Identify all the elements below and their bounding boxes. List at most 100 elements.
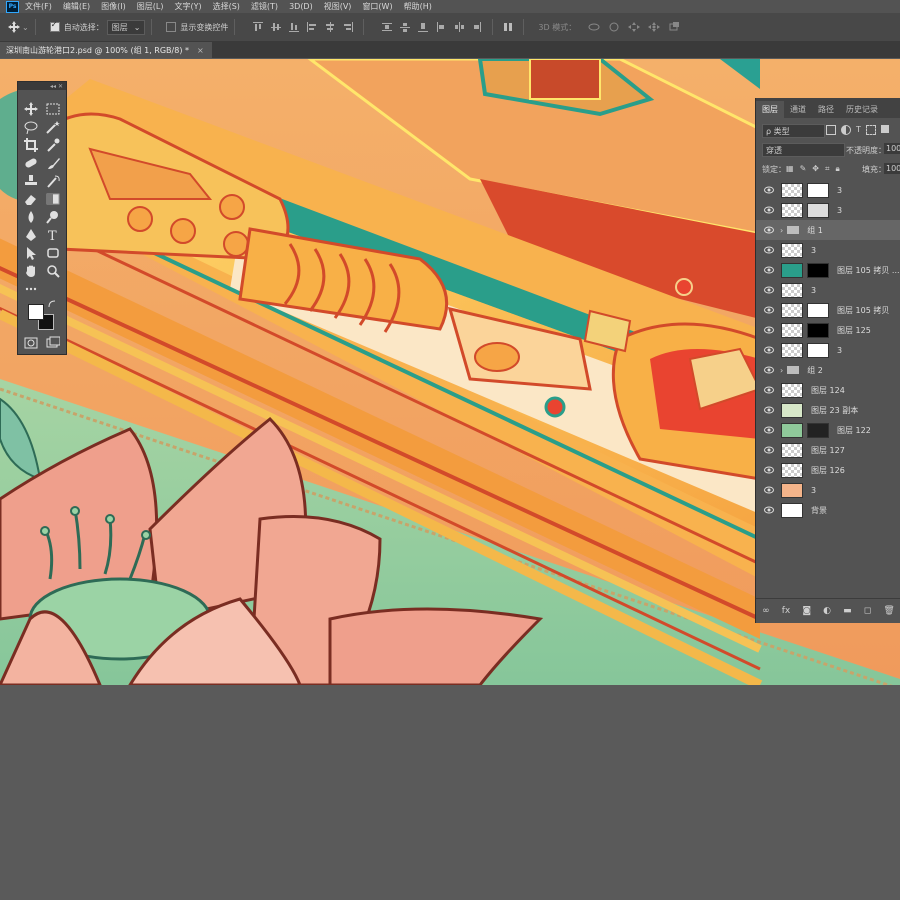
3d-orbit-icon[interactable] [588, 22, 600, 32]
zoom-tool-icon[interactable] [46, 264, 60, 278]
distribute-right-icon[interactable] [472, 22, 482, 32]
menu-select[interactable]: 选择(S) [213, 1, 240, 12]
lock-transparent-icon[interactable]: ▦ [786, 164, 794, 174]
filter-smart-object-icon[interactable] [880, 125, 889, 133]
gradient-tool-icon[interactable] [46, 192, 60, 206]
visibility-eye-icon[interactable] [764, 486, 774, 494]
close-icon[interactable]: × [197, 46, 204, 55]
visibility-eye-icon[interactable] [764, 226, 774, 234]
link-layers-icon[interactable]: ∞ [762, 606, 770, 616]
screen-mode-icon[interactable] [46, 336, 60, 350]
lasso-tool-icon[interactable] [24, 120, 38, 134]
visibility-eye-icon[interactable] [764, 426, 774, 434]
hand-tool-icon[interactable] [24, 264, 38, 278]
layer-row[interactable]: 背景 [756, 500, 900, 520]
filter-shape-icon[interactable] [865, 125, 876, 135]
layer-row[interactable]: 图层 124 [756, 380, 900, 400]
visibility-eye-icon[interactable] [764, 246, 774, 254]
eraser-tool-icon[interactable] [24, 192, 38, 206]
tab-channels[interactable]: 通道 [784, 101, 812, 118]
layer-row[interactable]: 3 [756, 180, 900, 200]
layer-row[interactable]: 3 [756, 240, 900, 260]
align-left-icon[interactable] [307, 22, 317, 32]
dodge-tool-icon[interactable] [46, 210, 60, 224]
visibility-eye-icon[interactable] [764, 346, 774, 354]
layer-filter-dropdown[interactable]: ρ 类型 [762, 124, 825, 138]
menu-3d[interactable]: 3D(D) [289, 2, 313, 11]
layer-row[interactable]: 3 [756, 340, 900, 360]
quick-mask-icon[interactable] [24, 336, 38, 350]
layer-row[interactable]: › 组 2 [756, 360, 900, 380]
new-group-icon[interactable]: ▬ [843, 606, 852, 616]
path-selection-tool-icon[interactable] [24, 246, 38, 260]
show-transform-option[interactable]: 显示变换控件 [166, 22, 228, 33]
3d-scale-icon[interactable] [668, 22, 680, 32]
document-tab[interactable]: 深圳南山游轮港口2.psd @ 100% (组 1, RGB/8) * × [0, 42, 212, 58]
distribute-top-icon[interactable] [382, 22, 393, 32]
swap-colors-icon[interactable] [48, 300, 57, 309]
delete-layer-icon[interactable]: 🗑︎ [883, 606, 894, 616]
foreground-color-swatch[interactable] [28, 304, 44, 320]
crop-tool-icon[interactable] [24, 138, 38, 152]
visibility-eye-icon[interactable] [764, 286, 774, 294]
layer-row[interactable]: 图层 105 拷贝 [756, 300, 900, 320]
tools-panel-header[interactable]: ◂◂ ✕ [18, 82, 66, 90]
layer-mask-thumbnail[interactable] [807, 422, 829, 438]
auto-align-icon[interactable] [503, 22, 513, 32]
move-tool-icon[interactable] [24, 102, 38, 116]
menu-image[interactable]: 图像(I) [101, 1, 126, 12]
visibility-eye-icon[interactable] [764, 406, 774, 414]
visibility-eye-icon[interactable] [764, 206, 774, 214]
layer-mask-thumbnail[interactable] [807, 302, 829, 318]
layer-mask-thumbnail[interactable] [807, 262, 829, 278]
blend-mode-dropdown[interactable]: 穿透 [762, 143, 845, 157]
align-bottom-icon[interactable] [289, 22, 300, 32]
pen-tool-icon[interactable] [24, 228, 38, 242]
visibility-eye-icon[interactable] [764, 446, 774, 454]
eyedropper-tool-icon[interactable] [46, 138, 60, 152]
healing-brush-tool-icon[interactable] [24, 156, 38, 170]
layer-mask-thumbnail[interactable] [807, 182, 829, 198]
new-layer-icon[interactable]: ◻ [864, 606, 871, 616]
menu-file[interactable]: 文件(F) [25, 1, 52, 12]
menu-view[interactable]: 视图(V) [324, 1, 352, 12]
tab-layers[interactable]: 图层 [756, 101, 784, 118]
type-tool-icon[interactable]: T [46, 228, 60, 242]
layer-row[interactable]: 3 [756, 480, 900, 500]
brush-tool-icon[interactable] [46, 156, 60, 170]
visibility-eye-icon[interactable] [764, 186, 774, 194]
menu-filter[interactable]: 滤镜(T) [251, 1, 278, 12]
distribute-bottom-icon[interactable] [418, 22, 429, 32]
visibility-eye-icon[interactable] [764, 266, 774, 274]
distribute-left-icon[interactable] [436, 22, 446, 32]
auto-select-option[interactable]: 自动选择： 图层 ⌄ [49, 19, 146, 35]
3d-slide-icon[interactable] [648, 22, 661, 32]
layer-row[interactable]: 图层 126 [756, 460, 900, 480]
menu-help[interactable]: 帮助(H) [404, 1, 432, 12]
layer-style-icon[interactable]: fx [782, 606, 791, 616]
auto-select-dropdown[interactable]: 图层 ⌄ [106, 19, 146, 35]
align-hcenter-icon[interactable] [325, 22, 335, 32]
3d-roll-icon[interactable] [608, 22, 620, 32]
visibility-eye-icon[interactable] [764, 306, 774, 314]
layer-mask-thumbnail[interactable] [807, 202, 829, 218]
move-tool-preset[interactable]: ⌄ [8, 21, 29, 33]
layer-row[interactable]: 图层 122 [756, 420, 900, 440]
visibility-eye-icon[interactable] [764, 326, 774, 334]
adjustment-layer-icon[interactable]: ◐ [823, 606, 831, 616]
magic-wand-tool-icon[interactable] [46, 120, 60, 134]
layer-row[interactable]: 图层 105 拷贝 ... [756, 260, 900, 280]
layer-row[interactable]: 图层 125 [756, 320, 900, 340]
marquee-tool-icon[interactable] [46, 102, 60, 116]
align-vcenter-icon[interactable] [271, 22, 282, 32]
menu-edit[interactable]: 编辑(E) [63, 1, 90, 12]
visibility-eye-icon[interactable] [764, 506, 774, 514]
fill-input[interactable]: 100% [884, 163, 900, 174]
clone-stamp-tool-icon[interactable] [24, 174, 38, 188]
lock-pixels-icon[interactable]: ✎ [800, 164, 807, 174]
tools-panel[interactable]: ◂◂ ✕ T [17, 81, 67, 355]
lock-position-icon[interactable]: ✥ [812, 164, 819, 174]
tab-paths[interactable]: 路径 [812, 101, 840, 118]
layer-row[interactable]: 图层 23 副本 [756, 400, 900, 420]
align-top-icon[interactable] [253, 22, 264, 32]
